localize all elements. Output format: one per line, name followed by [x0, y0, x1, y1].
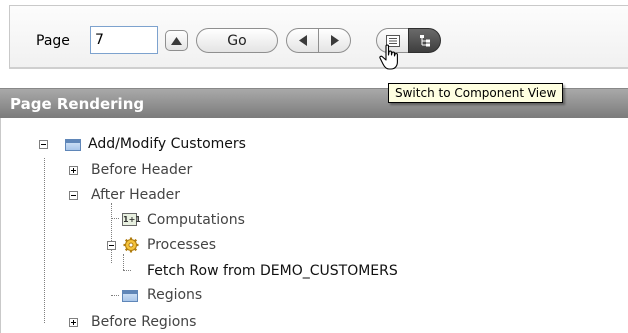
tree-connector [111, 218, 119, 219]
previous-page-button[interactable] [286, 28, 319, 53]
hierarchy-icon [419, 35, 430, 47]
expand-toggle-icon[interactable] [69, 166, 78, 175]
page-number-input[interactable] [90, 26, 158, 54]
page-label: Page [36, 33, 70, 49]
collapse-toggle-icon[interactable] [69, 191, 78, 200]
tree-node-fetch-row[interactable]: Fetch Row from DEMO_CUSTOMERS [147, 263, 398, 279]
page-toolbar: Page Go [9, 5, 628, 69]
collapse-toggle-icon[interactable] [39, 140, 48, 149]
tooltip: Switch to Component View [388, 83, 564, 103]
tree-node-after-header[interactable]: After Header [91, 187, 180, 203]
tree-node-processes[interactable]: Processes [147, 237, 216, 253]
component-view-button[interactable] [408, 28, 441, 53]
page-list-button[interactable] [165, 30, 188, 51]
gear-icon [123, 237, 139, 253]
tree-connector [123, 270, 131, 271]
expand-toggle-icon[interactable] [69, 318, 78, 327]
next-page-button[interactable] [318, 28, 351, 53]
tree-node-before-regions[interactable]: Before Regions [91, 314, 196, 330]
tree-connector [44, 158, 45, 323]
collapse-toggle-icon[interactable] [107, 241, 116, 250]
go-button[interactable]: Go [196, 28, 278, 53]
computation-icon: 1+1 [122, 213, 141, 226]
triangle-right-icon [330, 35, 339, 46]
region-icon [122, 290, 138, 302]
tree-connector [111, 295, 119, 296]
tree-connector [123, 254, 124, 270]
tree-node-computations[interactable]: Computations [147, 212, 245, 228]
region-title: Page Rendering [10, 95, 145, 113]
tree-node-root[interactable]: Add/Modify Customers [88, 136, 246, 152]
tree-connector [111, 203, 112, 263]
page-rendering-tree: Add/Modify Customers Before Header After… [0, 118, 628, 333]
triangle-up-icon [171, 36, 182, 45]
tree-node-before-header-label[interactable]: Before Header [91, 162, 192, 178]
tree-node-regions[interactable]: Regions [147, 287, 202, 303]
hand-cursor-icon [379, 44, 398, 70]
page-icon [65, 139, 81, 151]
triangle-left-icon [298, 35, 307, 46]
